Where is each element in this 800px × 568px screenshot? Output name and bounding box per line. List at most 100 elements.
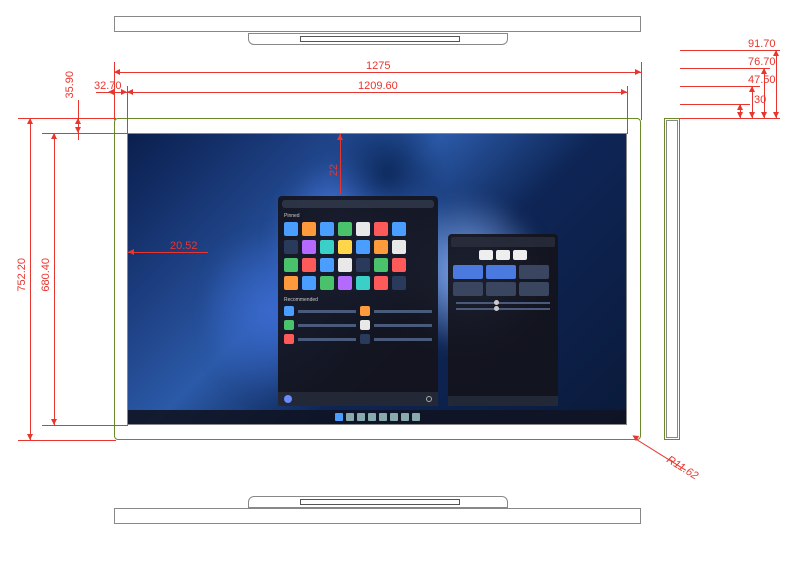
- arrow-icon: [128, 249, 134, 255]
- user-avatar[interactable]: [284, 395, 292, 403]
- app-tile[interactable]: [320, 240, 334, 254]
- power-icon[interactable]: [426, 396, 432, 402]
- arrow-icon: [121, 89, 127, 95]
- dim-label-inner-left: 20.52: [170, 240, 198, 252]
- qs-toggle[interactable]: [453, 265, 483, 279]
- dim-label-radius: R11.62: [664, 454, 700, 483]
- qs-toggle[interactable]: [519, 282, 549, 296]
- qs-toggle[interactable]: [486, 282, 516, 296]
- arrow-icon: [337, 134, 343, 140]
- rec-item[interactable]: [284, 306, 294, 316]
- app-tile[interactable]: [338, 276, 352, 290]
- taskbar-icon[interactable]: [412, 413, 420, 421]
- taskbar-icon[interactable]: [368, 413, 376, 421]
- dim-label-left-bezel: 32.70: [94, 80, 122, 92]
- taskbar[interactable]: [128, 410, 626, 424]
- app-tile[interactable]: [374, 276, 388, 290]
- rec-item[interactable]: [360, 334, 370, 344]
- rec-item[interactable]: [360, 320, 370, 330]
- volume-slider[interactable]: [456, 308, 550, 310]
- arrow-icon: [635, 69, 641, 75]
- arrow-icon: [27, 118, 33, 124]
- app-tile[interactable]: [302, 276, 316, 290]
- app-tile[interactable]: [338, 222, 352, 236]
- dim-label-total-width: 1275: [366, 60, 390, 72]
- brightness-slider[interactable]: [456, 302, 550, 304]
- app-tile[interactable]: [392, 222, 406, 236]
- rec-item[interactable]: [360, 306, 370, 316]
- media-prev[interactable]: [479, 250, 493, 260]
- pinned-row-1: [278, 220, 438, 238]
- rec-item[interactable]: [284, 320, 294, 330]
- qs-toggle[interactable]: [486, 265, 516, 279]
- rec-item[interactable]: [284, 334, 294, 344]
- qs-header: [451, 237, 555, 247]
- ext-line: [680, 118, 780, 119]
- taskbar-icon[interactable]: [346, 413, 354, 421]
- app-tile[interactable]: [284, 258, 298, 272]
- app-tile[interactable]: [356, 276, 370, 290]
- app-tile[interactable]: [302, 222, 316, 236]
- arrow-icon: [114, 69, 120, 75]
- arrow-icon: [27, 434, 33, 440]
- arrow-icon: [749, 86, 755, 92]
- app-tile[interactable]: [284, 276, 298, 290]
- dim-label-top-bezel: 35.90: [64, 71, 76, 99]
- display-screen: Pinned Recommended: [128, 134, 626, 424]
- app-tile[interactable]: [392, 276, 406, 290]
- dim-screen-width: [127, 92, 627, 93]
- dim-label-screen-width: 1209.60: [358, 80, 398, 92]
- start-menu[interactable]: Pinned Recommended: [278, 196, 438, 406]
- media-play[interactable]: [496, 250, 510, 260]
- dim-total-height: [30, 118, 31, 440]
- dim-label-total-height: 752.20: [16, 258, 28, 292]
- app-tile[interactable]: [284, 222, 298, 236]
- app-tile[interactable]: [320, 258, 334, 272]
- arrow-icon: [773, 112, 779, 118]
- qs-toggle[interactable]: [519, 265, 549, 279]
- ext-line: [42, 425, 128, 426]
- start-search[interactable]: [282, 200, 434, 208]
- top-view-outer: [114, 16, 641, 32]
- app-tile[interactable]: [374, 258, 388, 272]
- quick-settings[interactable]: [448, 234, 558, 406]
- side-view-inner: [666, 120, 678, 438]
- app-tile[interactable]: [284, 240, 298, 254]
- dim-inner-top: [340, 134, 341, 194]
- app-tile[interactable]: [356, 222, 370, 236]
- arrow-icon: [51, 133, 57, 139]
- app-tile[interactable]: [302, 240, 316, 254]
- recommended-label: Recommended: [278, 296, 438, 304]
- bottom-view-outer: [114, 508, 641, 524]
- dim-screen-height: [54, 133, 55, 425]
- taskbar-icon[interactable]: [357, 413, 365, 421]
- dim-side-1: [776, 50, 777, 118]
- start-icon[interactable]: [335, 413, 343, 421]
- dim-label-side-1: 91.70: [748, 38, 776, 50]
- taskbar-icon[interactable]: [379, 413, 387, 421]
- app-tile[interactable]: [302, 258, 316, 272]
- ext-line: [18, 440, 116, 441]
- app-tile[interactable]: [320, 276, 334, 290]
- qs-toggle[interactable]: [453, 282, 483, 296]
- app-tile[interactable]: [374, 222, 388, 236]
- dim-label-screen-height: 680.40: [40, 258, 52, 292]
- bottom-view-detail: [300, 499, 460, 505]
- arrow-icon: [749, 112, 755, 118]
- app-tile[interactable]: [320, 222, 334, 236]
- app-tile[interactable]: [338, 258, 352, 272]
- app-tile[interactable]: [338, 240, 352, 254]
- app-tile[interactable]: [356, 240, 370, 254]
- app-tile[interactable]: [392, 258, 406, 272]
- app-tile[interactable]: [374, 240, 388, 254]
- app-tile[interactable]: [356, 258, 370, 272]
- media-next[interactable]: [513, 250, 527, 260]
- app-tile[interactable]: [392, 240, 406, 254]
- arrow-icon: [51, 419, 57, 425]
- taskbar-icon[interactable]: [390, 413, 398, 421]
- dim-label-inner-top: 22: [328, 164, 340, 176]
- ext-line: [680, 86, 760, 87]
- dim-inner-left: [128, 252, 208, 253]
- pinned-row-2: [278, 238, 438, 256]
- taskbar-icon[interactable]: [401, 413, 409, 421]
